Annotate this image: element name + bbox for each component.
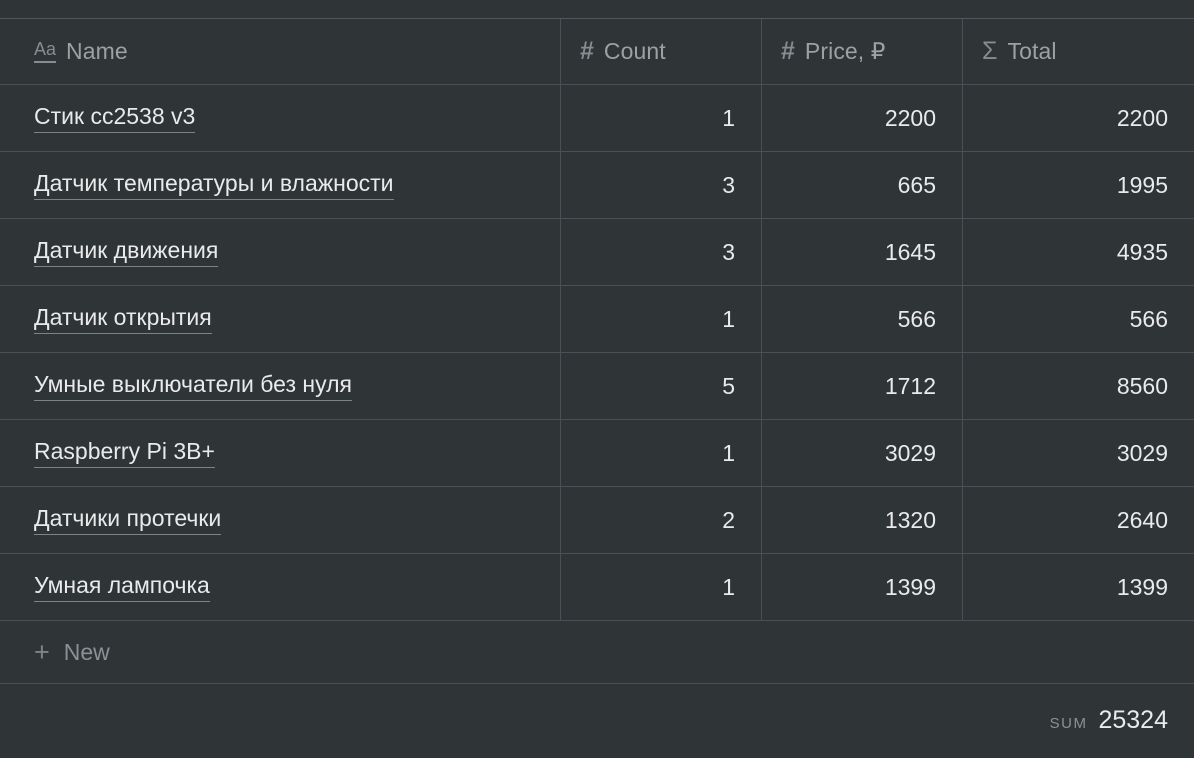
cell-count[interactable]: 3 (560, 219, 761, 285)
cell-count-value: 1 (722, 573, 735, 600)
cell-price-value: 1712 (884, 372, 936, 399)
cell-count[interactable]: 5 (560, 353, 761, 419)
hash-icon: # (580, 37, 594, 65)
summary-sum-value: 25324 (1098, 706, 1168, 734)
cell-price-value: 3029 (884, 439, 936, 466)
row-title-link[interactable]: Стик cc2538 v3 (34, 103, 196, 133)
cell-price[interactable]: 566 (761, 286, 962, 352)
cell-total-value: 1399 (1116, 573, 1168, 600)
table-row[interactable]: Датчик открытия 1 566 566 (0, 285, 1194, 352)
cell-total: 4935 (962, 219, 1194, 285)
cell-total: 2640 (962, 487, 1194, 553)
cell-price[interactable]: 3029 (761, 420, 962, 486)
cell-price-value: 566 (897, 305, 936, 332)
cell-price[interactable]: 1320 (761, 487, 962, 553)
cell-total-value: 2200 (1116, 104, 1168, 131)
cell-name[interactable]: Датчик открытия (0, 286, 560, 352)
table-row[interactable]: Датчики протечки 2 1320 2640 (0, 486, 1194, 553)
cell-count[interactable]: 1 (560, 85, 761, 151)
column-header-count[interactable]: # Count (560, 19, 761, 84)
cell-count-value: 2 (722, 506, 735, 533)
table-body: Стик cc2538 v3 1 2200 2200 Датчик температур… (0, 84, 1194, 620)
row-title-link[interactable]: Датчик открытия (34, 304, 212, 334)
cell-total-value: 3029 (1116, 439, 1168, 466)
cell-total-value: 4935 (1116, 238, 1168, 265)
cell-name[interactable]: Умная лампочка (0, 554, 560, 620)
cell-count-value: 3 (722, 238, 735, 265)
cell-price-value: 665 (897, 171, 936, 198)
cell-name[interactable]: Стик cc2538 v3 (0, 85, 560, 151)
row-title-link[interactable]: Датчик температуры и влажности (34, 170, 394, 200)
cell-count-value: 5 (722, 372, 735, 399)
cell-total: 2200 (962, 85, 1194, 151)
cell-name[interactable]: Умные выключатели без нуля (0, 353, 560, 419)
column-header-name-label: Name (66, 38, 128, 64)
table-row[interactable]: Датчик движения 3 1645 4935 (0, 218, 1194, 285)
cell-total: 8560 (962, 353, 1194, 419)
row-title-link[interactable]: Датчики протечки (34, 505, 222, 535)
column-header-total[interactable]: Σ Total (962, 19, 1194, 84)
summary-sum-label[interactable]: SUM (1050, 715, 1088, 732)
cell-name[interactable]: Raspberry Pi 3B+ (0, 420, 560, 486)
cell-total: 566 (962, 286, 1194, 352)
cell-count[interactable]: 3 (560, 152, 761, 218)
cell-price[interactable]: 1712 (761, 353, 962, 419)
table-row[interactable]: Raspberry Pi 3B+ 1 3029 3029 (0, 419, 1194, 486)
cell-name[interactable]: Датчик температуры и влажности (0, 152, 560, 218)
cell-count[interactable]: 1 (560, 420, 761, 486)
row-title-link[interactable]: Умные выключатели без нуля (34, 371, 352, 401)
cell-count[interactable]: 1 (560, 286, 761, 352)
cell-price[interactable]: 1645 (761, 219, 962, 285)
database-table-page: Aa Name # Count # Price, ₽ Σ Total Стик … (0, 0, 1194, 758)
column-header-count-label: Count (603, 38, 666, 64)
column-header-name[interactable]: Aa Name (0, 19, 560, 84)
row-title-link[interactable]: Умная лампочка (34, 572, 210, 602)
cell-total: 1995 (962, 152, 1194, 218)
cell-count-value: 1 (722, 439, 735, 466)
cell-total-value: 2640 (1116, 506, 1168, 533)
row-title-link[interactable]: Датчик движения (34, 237, 219, 267)
add-new-row-button[interactable]: + New (0, 620, 1194, 684)
row-title-link[interactable]: Raspberry Pi 3B+ (34, 438, 215, 468)
cell-count-value: 1 (722, 104, 735, 131)
cell-name[interactable]: Датчики протечки (0, 487, 560, 553)
cell-count-value: 3 (722, 171, 735, 198)
cell-total: 1399 (962, 554, 1194, 620)
cell-price-value: 2200 (884, 104, 936, 131)
add-new-row-label: New (63, 638, 110, 665)
cell-total: 3029 (962, 420, 1194, 486)
table-row[interactable]: Стик cc2538 v3 1 2200 2200 (0, 84, 1194, 151)
cell-total-value: 566 (1129, 305, 1168, 332)
table-summary-row: SUM 25324 (0, 684, 1194, 744)
database-table: Aa Name # Count # Price, ₽ Σ Total Стик … (0, 18, 1194, 744)
cell-count-value: 1 (722, 305, 735, 332)
cell-total-value: 1995 (1116, 171, 1168, 198)
cell-count[interactable]: 2 (560, 487, 761, 553)
cell-count[interactable]: 1 (560, 554, 761, 620)
cell-price[interactable]: 665 (761, 152, 962, 218)
table-header-row: Aa Name # Count # Price, ₽ Σ Total (0, 18, 1194, 84)
cell-total-value: 8560 (1116, 372, 1168, 399)
column-header-total-label: Total (1007, 38, 1057, 64)
column-header-price[interactable]: # Price, ₽ (761, 19, 962, 84)
column-header-price-label: Price, ₽ (804, 38, 886, 64)
table-row[interactable]: Умная лампочка 1 1399 1399 (0, 553, 1194, 620)
text-aa-icon: Aa (34, 40, 57, 63)
cell-price[interactable]: 2200 (761, 85, 962, 151)
sigma-icon: Σ (982, 37, 998, 65)
table-row[interactable]: Датчик температуры и влажности 3 665 1995 (0, 151, 1194, 218)
cell-price-value: 1645 (884, 238, 936, 265)
cell-name[interactable]: Датчик движения (0, 219, 560, 285)
table-row[interactable]: Умные выключатели без нуля 5 1712 8560 (0, 352, 1194, 419)
cell-price-value: 1399 (884, 573, 936, 600)
plus-icon: + (34, 636, 50, 667)
cell-price[interactable]: 1399 (761, 554, 962, 620)
hash-icon: # (781, 37, 795, 65)
cell-price-value: 1320 (884, 506, 936, 533)
